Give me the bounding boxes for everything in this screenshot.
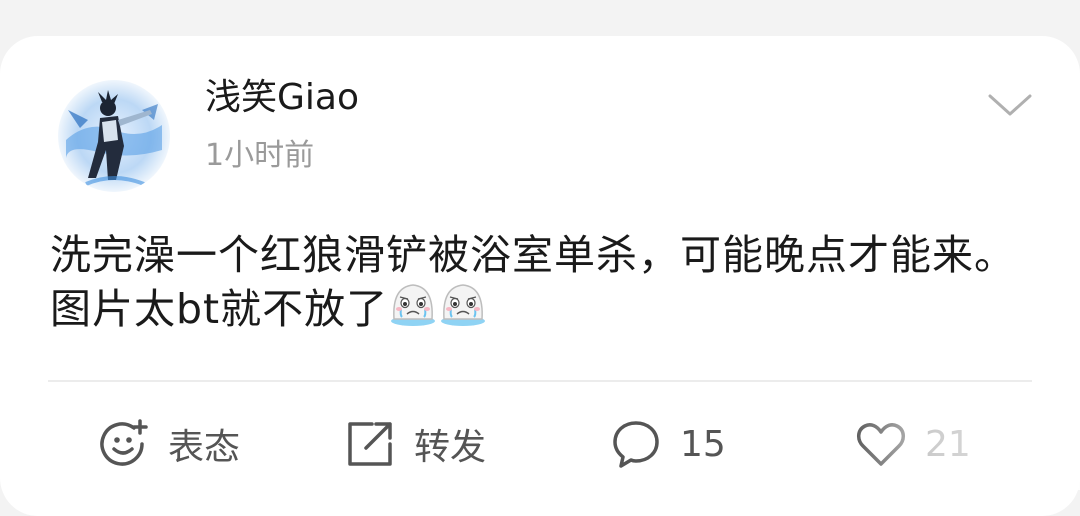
like-button[interactable]: 21 (855, 416, 971, 472)
post-card[interactable]: 浅笑Giao 1小时前 洗完澡一个红狼滑铲被浴室单杀，可能晚点才能来。图片太bt… (0, 36, 1080, 516)
speech-bubble-icon (613, 421, 659, 468)
smiley-plus-icon (100, 419, 148, 466)
divider (48, 380, 1032, 382)
react-button[interactable]: 表态 (98, 416, 240, 472)
post-body: 洗完澡一个红狼滑铲被浴室单杀，可能晚点才能来。图片太bt就不放了 (50, 228, 1035, 340)
repost-button[interactable]: 转发 (344, 416, 486, 472)
comment-button[interactable]: 15 (610, 416, 726, 472)
crying-face-emoji (388, 279, 438, 340)
heart-icon (857, 423, 905, 466)
avatar[interactable] (58, 80, 170, 192)
post-text: 洗完澡一个红狼滑铲被浴室单杀，可能晚点才能来。图片太bt就不放了 (50, 231, 1016, 333)
comment-count: 15 (680, 423, 726, 465)
crying-face-emoji (438, 279, 488, 340)
like-count: 21 (925, 423, 971, 465)
username[interactable]: 浅笑Giao (205, 76, 359, 120)
timestamp: 1小时前 (205, 138, 315, 173)
chevron-down-icon[interactable] (986, 88, 1034, 120)
react-label: 表态 (168, 427, 241, 468)
share-arrow-icon (348, 422, 392, 466)
repost-label: 转发 (414, 427, 487, 468)
